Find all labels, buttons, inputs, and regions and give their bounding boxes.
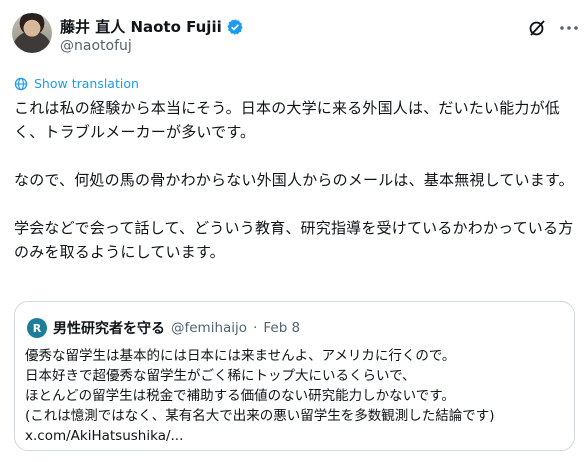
quote-body: 優秀な留学生は基本的には日本には来ませんよ、アメリカに行くので。 日本好きで超優… — [25, 348, 495, 444]
quote-author-name[interactable]: 男性研究者を守る — [53, 318, 165, 338]
quote-author-avatar[interactable]: R — [27, 318, 47, 338]
quote-date[interactable]: Feb 8 — [263, 320, 300, 336]
globe-icon — [14, 77, 28, 90]
quote-separator: · — [253, 320, 258, 336]
author-handle[interactable]: @naotofuj — [60, 38, 132, 54]
author-name[interactable]: 藤井 直人 Naoto Fujii — [60, 16, 222, 37]
show-translation-label[interactable]: Show translation — [34, 76, 139, 91]
author-avatar[interactable] — [12, 13, 52, 53]
show-translation-link[interactable]: Show translation — [14, 76, 139, 91]
author-name-row[interactable]: 藤井 直人 Naoto Fujii — [60, 16, 244, 37]
verified-badge-icon — [227, 18, 243, 35]
more-icon[interactable] — [559, 21, 579, 35]
quote-header: 男性研究者を守る @femihaijo · Feb 8 — [53, 318, 300, 338]
tweet-body: これは私の経験から本当にそう。日本の大学に来る外国人は、だいたい能力が低く、トラ… — [14, 99, 574, 261]
grok-icon[interactable] — [527, 18, 547, 38]
quoted-tweet[interactable]: R 男性研究者を守る @femihaijo · Feb 8 優秀な留学生は基本的… — [14, 301, 575, 451]
quote-author-handle[interactable]: @femihaijo — [171, 320, 247, 336]
